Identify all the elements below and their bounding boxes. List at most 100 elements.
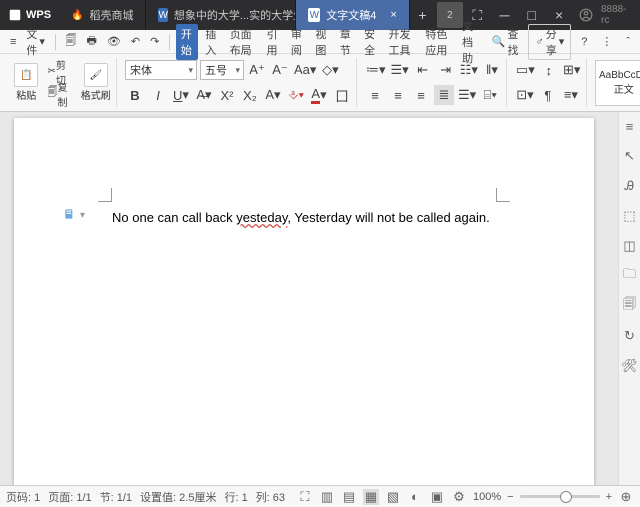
file-menu[interactable]: 文件 ▾ — [22, 24, 49, 60]
menu-icon[interactable]: ≡ — [622, 118, 638, 134]
document-workspace[interactable]: ▾ No one can call back yesteday, Yesterd… — [0, 112, 618, 485]
tab-store[interactable]: 🔥 稻壳商城 — [59, 0, 146, 30]
font-size-combo[interactable]: 五号 — [200, 60, 244, 80]
layers-icon[interactable]: 🗀 — [622, 268, 638, 284]
italic-button[interactable]: I — [148, 85, 168, 105]
print-icon[interactable]: 🖶 — [83, 30, 101, 53]
select-icon[interactable]: ⬚ — [622, 208, 638, 224]
shapes-icon[interactable]: ◫ — [622, 238, 638, 254]
highlight-button[interactable]: ⎀▾ — [286, 85, 306, 105]
status-col[interactable]: 列: 63 — [256, 489, 285, 505]
help-icon[interactable]: ? — [577, 34, 591, 50]
decrease-font-icon[interactable]: A⁻ — [270, 60, 290, 80]
chevron-down-icon[interactable]: ▾ — [80, 210, 85, 221]
text-effect-button[interactable]: A▾ — [263, 85, 283, 105]
properties-icon[interactable]: ↻ — [622, 328, 638, 344]
tabs-button[interactable]: ⊡▾ — [515, 85, 535, 105]
strikethrough-button[interactable]: A̶▾ — [194, 85, 214, 105]
view-settings-icon[interactable]: ⚙ — [451, 489, 467, 505]
statusbar: 页码: 1 页面: 1/1 节: 1/1 设置值: 2.5厘米 行: 1 列: … — [0, 485, 640, 507]
share-button[interactable]: ♂ 分享 ▾ — [528, 24, 571, 60]
tab-security[interactable]: 安全 — [359, 24, 381, 60]
status-setting[interactable]: 设置值: 2.5厘米 — [140, 489, 216, 505]
subscript-button[interactable]: X₂ — [240, 85, 260, 105]
tab-view[interactable]: 视图 — [310, 24, 332, 60]
clear-format-icon[interactable]: ◇▾ — [320, 60, 340, 80]
text-direction-button[interactable]: ↕ — [539, 60, 559, 80]
save-icon[interactable]: 🗐 — [62, 30, 81, 53]
style-pane-icon[interactable]: Ꭿ — [622, 178, 638, 194]
tab-home[interactable]: 开始 — [176, 24, 198, 60]
paste-button[interactable]: 📋 粘贴 — [10, 63, 43, 102]
tab-review[interactable]: 审阅 — [286, 24, 308, 60]
close-tab-icon[interactable]: × — [390, 9, 396, 21]
fit-page-icon[interactable]: ⊕ — [618, 489, 634, 505]
increase-font-icon[interactable]: A⁺ — [247, 60, 267, 80]
undo-icon[interactable]: ↶ — [127, 33, 144, 50]
align-left-button[interactable]: ≡ — [365, 85, 385, 105]
side-panel: ≡ ↖ Ꭿ ⬚ ◫ 🗀 🗐 ↻ 🛠 — [618, 112, 640, 485]
snap-button[interactable]: ⌸▾ — [480, 85, 500, 105]
distribute-button[interactable]: ☰▾ — [457, 85, 477, 105]
tools-icon[interactable]: 🛠 — [622, 358, 638, 374]
line-spacing-button[interactable]: ‖▾ — [482, 60, 502, 80]
clipboard-pane-icon[interactable]: 🗐 — [622, 298, 638, 314]
style-normal[interactable]: AaBbCcDd 正文 — [595, 60, 640, 106]
settings-button[interactable]: ≡▾ — [561, 85, 581, 105]
fullscreen-view-icon[interactable]: ⛶ — [297, 489, 313, 505]
underline-button[interactable]: U▾ — [171, 85, 191, 105]
tab-devtools[interactable]: 开发工具 — [384, 24, 419, 60]
cursor-icon[interactable]: ↖ — [622, 148, 638, 164]
status-row[interactable]: 行: 1 — [224, 489, 247, 505]
decrease-indent-button[interactable]: ⇤ — [413, 60, 433, 80]
align-center-button[interactable]: ≡ — [388, 85, 408, 105]
document-text[interactable]: No one can call back yesteday, Yesterday… — [112, 210, 490, 226]
brush-icon: 🖌 — [84, 63, 108, 87]
number-list-button[interactable]: ☰▾ — [390, 60, 410, 80]
redo-icon[interactable]: ↷ — [146, 33, 163, 50]
dark-mode-icon[interactable]: ◐ — [407, 489, 423, 505]
copy-button[interactable]: 🗐 复制 — [47, 84, 76, 104]
web-layout-icon[interactable]: ▦ — [363, 489, 379, 505]
zoom-level[interactable]: 100% — [473, 491, 501, 503]
align-right-button[interactable]: ≡ — [411, 85, 431, 105]
menubar: ≡ 文件 ▾ 🗐 🖶 👁 ↶ ↷ 开始 插入 页面布局 引用 审阅 视图 章节 … — [0, 30, 640, 54]
zoom-in-button[interactable]: + — [606, 491, 612, 503]
tab-layout[interactable]: 页面布局 — [225, 24, 260, 60]
status-pages[interactable]: 页面: 1/1 — [48, 489, 91, 505]
eye-protect-icon[interactable]: ▣ — [429, 489, 445, 505]
paragraph-button[interactable]: ¶ — [538, 85, 558, 105]
char-shading-button[interactable]: 囗 — [332, 85, 352, 105]
tab-insert[interactable]: 插入 — [200, 24, 222, 60]
font-color-button[interactable]: A▾ — [309, 85, 329, 105]
superscript-button[interactable]: X² — [217, 85, 237, 105]
tab-references[interactable]: 引用 — [262, 24, 284, 60]
document-page[interactable]: ▾ No one can call back yesteday, Yesterd… — [14, 118, 594, 485]
tab-section[interactable]: 章节 — [335, 24, 357, 60]
read-mode-icon[interactable]: ▤ — [341, 489, 357, 505]
bullet-list-button[interactable]: ≔▾ — [365, 60, 387, 80]
border-button[interactable]: ⊞▾ — [562, 60, 582, 80]
justify-button[interactable]: ≣ — [434, 85, 454, 105]
bold-button[interactable]: B — [125, 85, 145, 105]
shading-button[interactable]: ▭▾ — [515, 60, 536, 80]
zoom-slider[interactable] — [520, 495, 600, 498]
search-button[interactable]: 🔍 查找 — [488, 24, 523, 60]
sort-button[interactable]: ☷▾ — [459, 60, 479, 80]
paragraph-handle-icon[interactable] — [62, 206, 78, 222]
format-painter-button[interactable]: 🖌 格式刷 — [79, 63, 112, 102]
change-case-icon[interactable]: Aa▾ — [293, 60, 317, 80]
zoom-out-button[interactable]: − — [507, 491, 513, 503]
misspelled-word: yesteday — [236, 210, 287, 225]
status-page[interactable]: 页码: 1 — [6, 489, 40, 505]
menu-icon[interactable]: ≡ — [6, 34, 20, 50]
collapse-ribbon-icon[interactable]: ˆ — [622, 34, 634, 50]
preview-icon[interactable]: 👁 — [103, 33, 125, 50]
print-layout-icon[interactable]: ▥ — [319, 489, 335, 505]
increase-indent-button[interactable]: ⇥ — [436, 60, 456, 80]
font-family-combo[interactable]: 宋体 — [125, 60, 197, 80]
more-icon[interactable]: ⋮ — [597, 33, 616, 50]
outline-icon[interactable]: ▧ — [385, 489, 401, 505]
status-section[interactable]: 节: 1/1 — [100, 489, 132, 505]
tab-special[interactable]: 特色应用 — [420, 24, 455, 60]
